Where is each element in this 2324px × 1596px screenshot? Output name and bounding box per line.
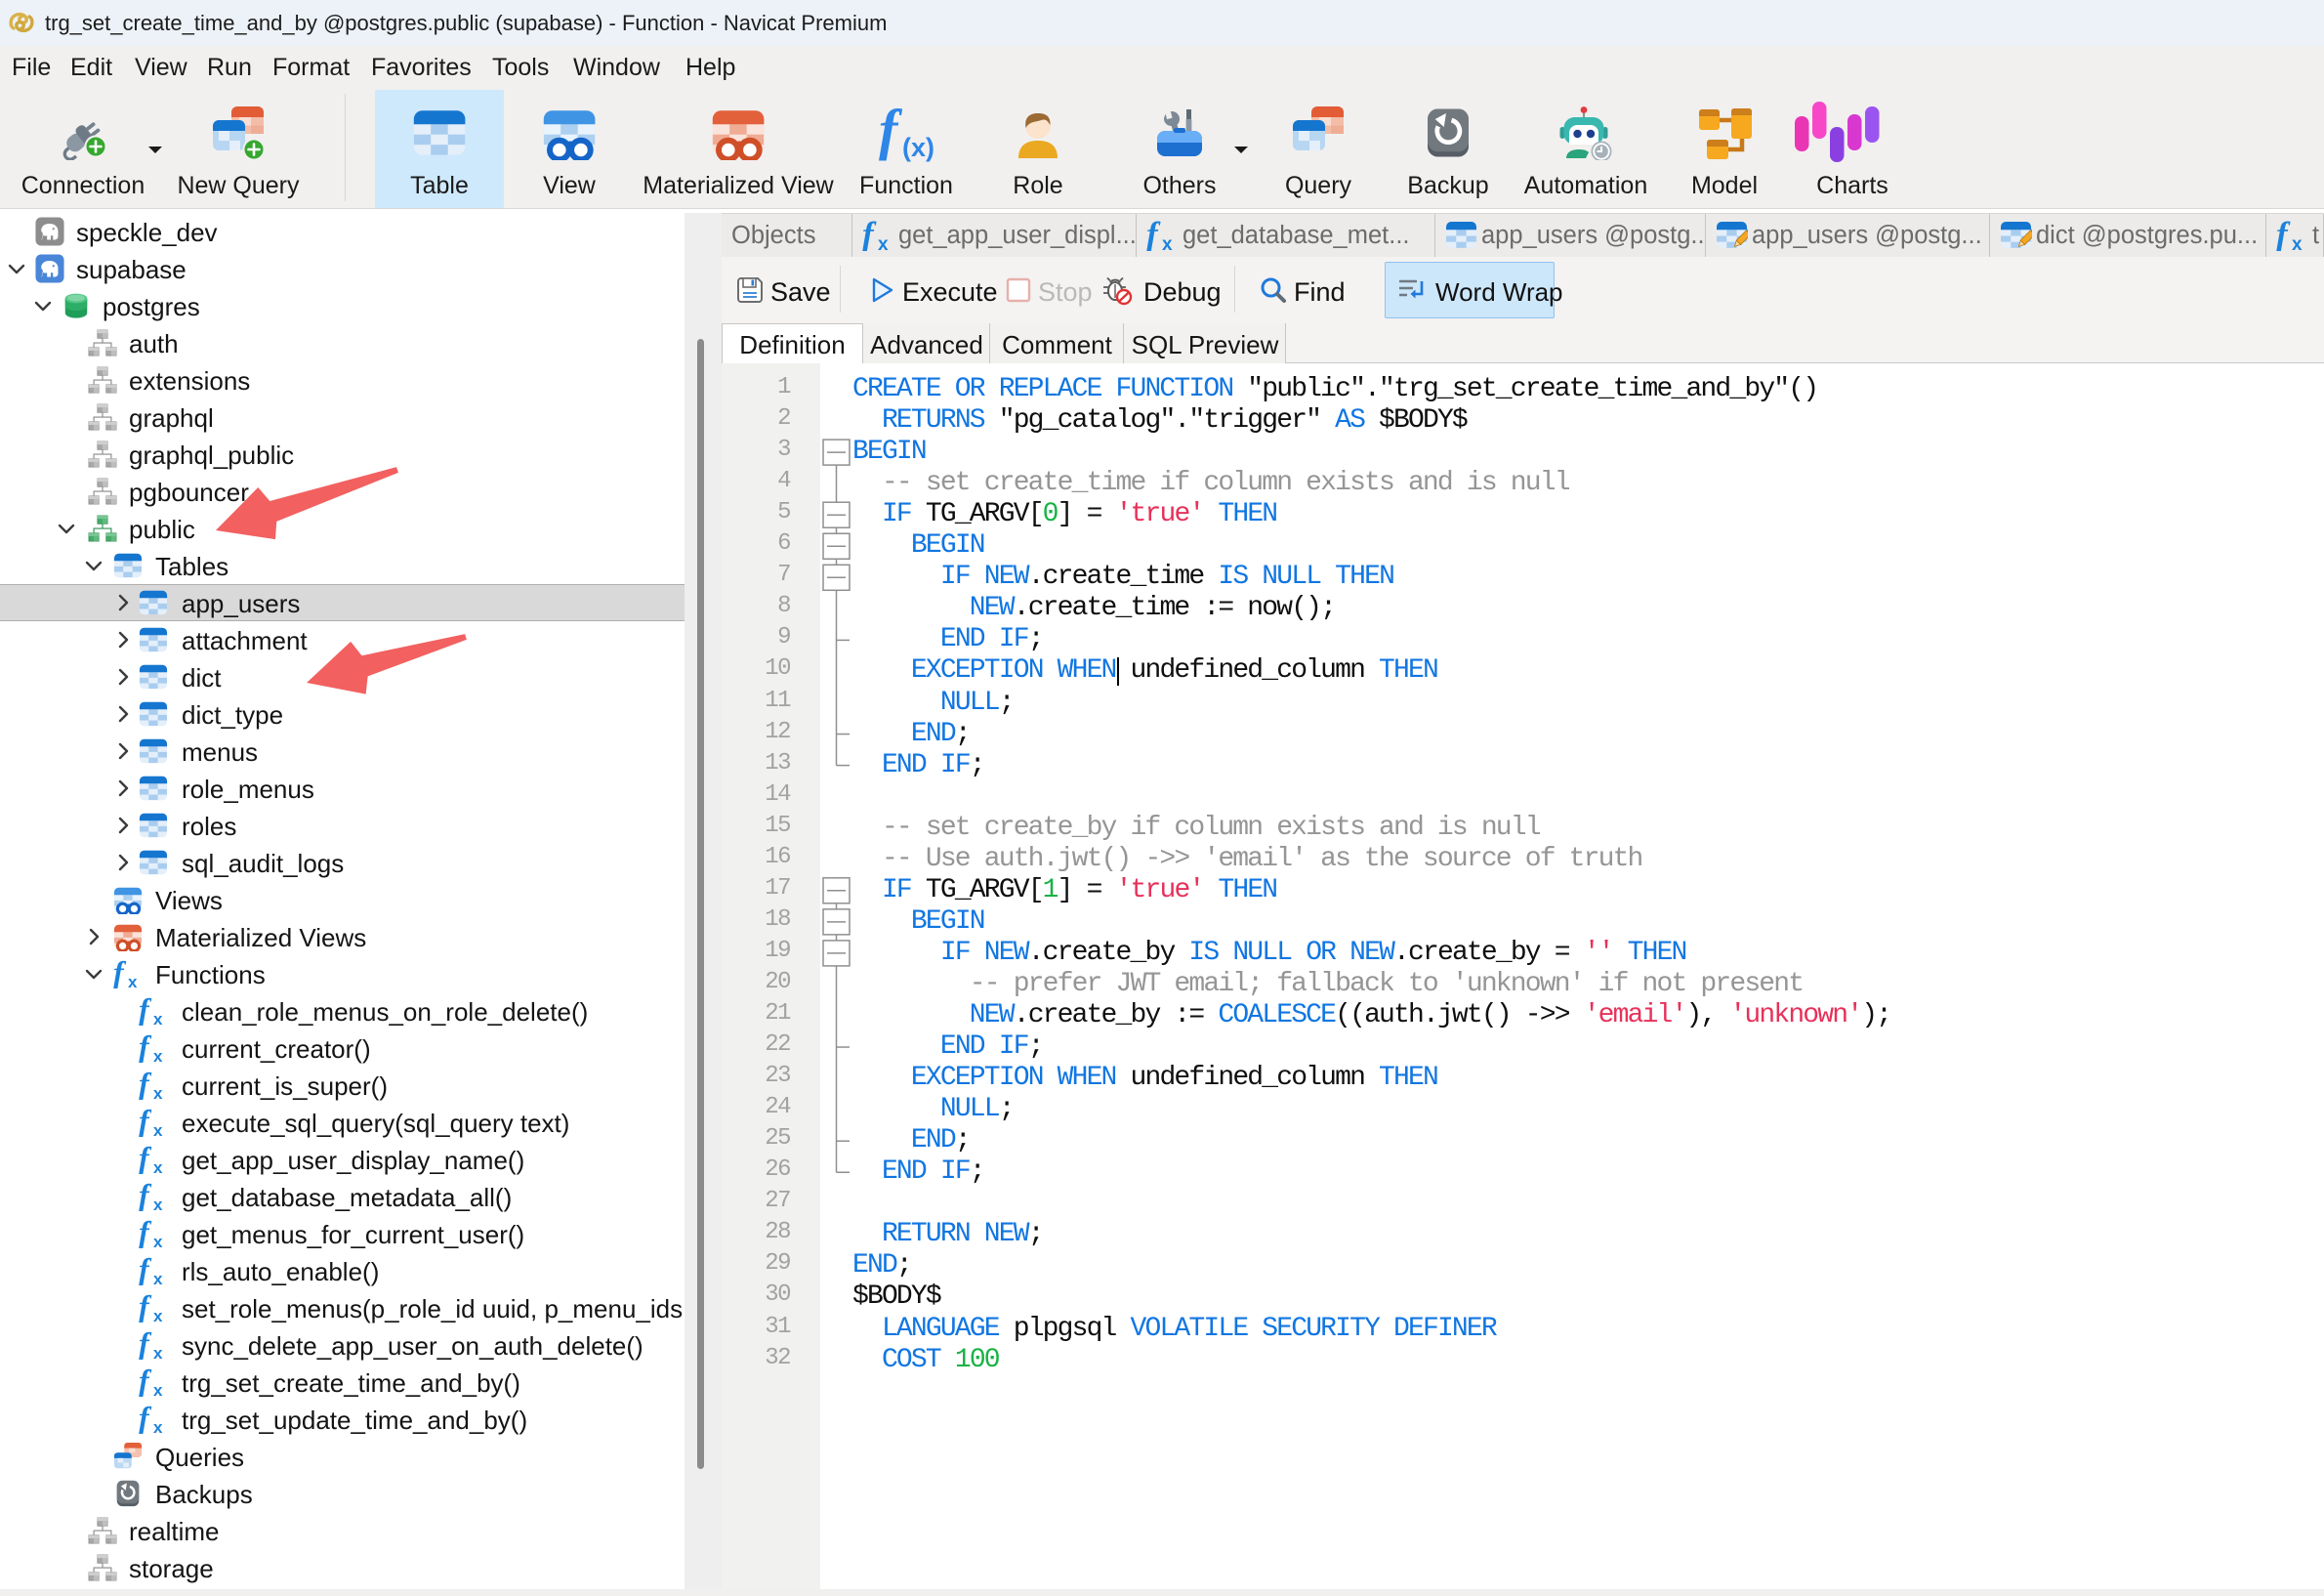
svg-text:f: f [139, 1219, 152, 1248]
svg-text:f: f [113, 959, 127, 988]
svg-text:x: x [153, 1270, 163, 1285]
svg-text:f: f [139, 1256, 152, 1285]
svg-text:f: f [139, 1182, 152, 1211]
svg-text:f: f [139, 1405, 152, 1434]
svg-text:x: x [128, 973, 138, 988]
svg-text:x: x [153, 1344, 163, 1360]
svg-text:x: x [878, 234, 889, 251]
svg-text:x: x [153, 1010, 163, 1026]
svg-text:(x): (x) [902, 133, 934, 162]
svg-text:f: f [879, 105, 903, 161]
svg-text:x: x [153, 1307, 163, 1323]
svg-text:x: x [1162, 234, 1173, 251]
svg-text:f: f [2276, 219, 2291, 251]
svg-text:x: x [153, 1158, 163, 1174]
svg-text:x: x [153, 1047, 163, 1063]
svg-text:x: x [153, 1196, 163, 1211]
svg-text:f: f [139, 1330, 152, 1360]
svg-text:x: x [153, 1418, 163, 1434]
svg-text:f: f [139, 1108, 152, 1137]
svg-text:f: f [139, 1145, 152, 1174]
svg-text:x: x [2292, 234, 2303, 251]
svg-text:x: x [153, 1084, 163, 1100]
svg-text:f: f [1146, 219, 1161, 251]
svg-text:f: f [139, 1367, 152, 1397]
svg-text:x: x [153, 1233, 163, 1248]
svg-text:f: f [139, 1293, 152, 1323]
svg-text:x: x [153, 1381, 163, 1397]
svg-text:f: f [139, 996, 152, 1026]
svg-text:f: f [139, 1033, 152, 1063]
svg-text:x: x [153, 1121, 163, 1137]
svg-text:f: f [139, 1071, 152, 1100]
